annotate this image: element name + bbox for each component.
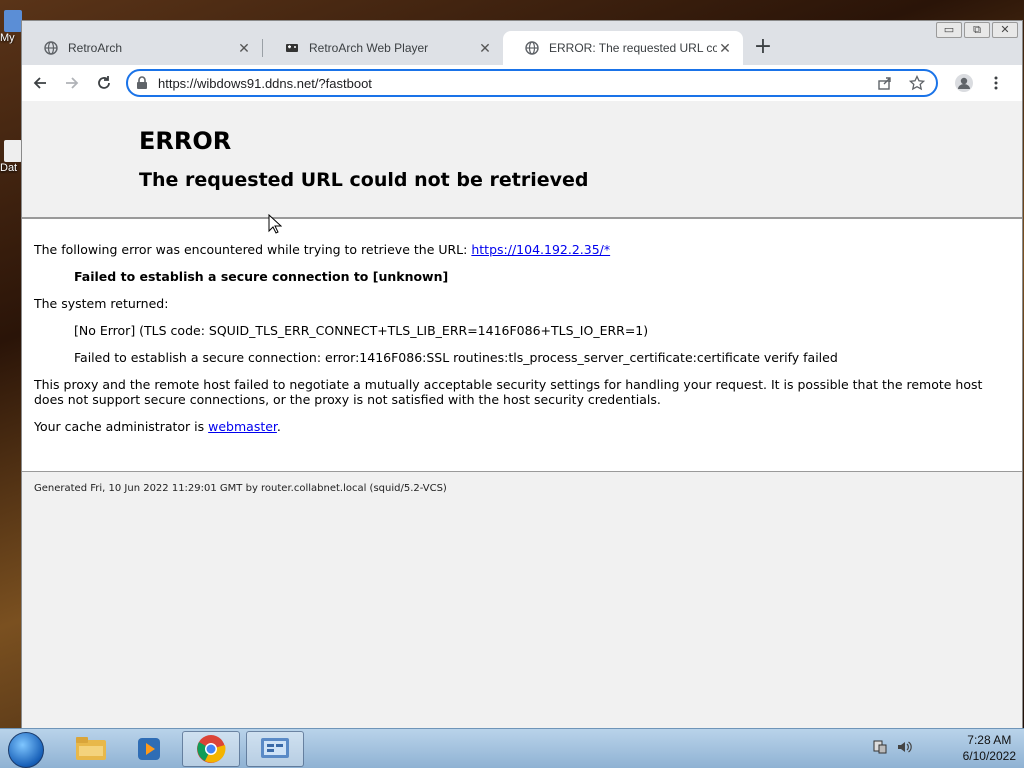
taskbar-chrome[interactable] — [182, 731, 240, 767]
tab-strip: RetroArch ✕ RetroArch Web Player ✕ ERROR… — [22, 29, 1022, 65]
system-returned-label: The system returned: — [34, 296, 169, 311]
cache-admin: Your cache administrator is webmaster. — [34, 419, 281, 434]
page-title: ERROR — [139, 127, 232, 155]
footer-text: Generated Fri, 10 Jun 2022 11:29:01 GMT … — [34, 483, 447, 494]
forward-arrow-icon — [66, 77, 79, 89]
mouse-cursor-icon — [268, 214, 282, 234]
volume-icon[interactable] — [896, 739, 912, 755]
error-intro: The following error was encountered whil… — [34, 242, 611, 257]
clock-time: 7:28 AM — [967, 733, 1012, 747]
globe-icon — [525, 41, 539, 55]
forward-button[interactable] — [58, 69, 86, 97]
kebab-menu-icon — [994, 76, 998, 90]
error-url-link[interactable]: https://104.192.2.35/* — [471, 242, 610, 257]
webmaster-link[interactable]: webmaster — [208, 419, 277, 434]
media-player-icon — [138, 738, 160, 760]
network-icon[interactable] — [872, 739, 888, 755]
bookmark-star-icon[interactable] — [906, 72, 928, 94]
taskbar-control-panel[interactable] — [246, 731, 304, 767]
reload-icon — [98, 76, 110, 89]
proxy-message: This proxy and the remote host failed to… — [34, 377, 983, 407]
url-text[interactable]: https://wibdows91.ddns.net/?fastboot — [158, 76, 864, 91]
taskbar-explorer[interactable] — [62, 731, 120, 767]
error-body: The following error was encountered whil… — [22, 219, 1022, 471]
tls-code: [No Error] (TLS code: SQUID_TLS_ERR_CONN… — [74, 323, 649, 338]
menu-button[interactable] — [982, 69, 1010, 97]
chrome-icon — [197, 735, 226, 763]
clock[interactable]: 7:28 AM 6/10/2022 — [963, 732, 1016, 764]
file-icon — [4, 140, 22, 162]
desktop-icon-my[interactable]: My — [0, 10, 22, 44]
tab-label: ERROR: The requested URL could — [549, 41, 717, 55]
tab-retroarch-web-player[interactable]: RetroArch Web Player ✕ — [263, 31, 503, 65]
lock-icon — [137, 76, 147, 89]
clock-date: 6/10/2022 — [962, 749, 1016, 763]
tab-label: RetroArch — [68, 41, 123, 55]
tab-label: RetroArch Web Player — [309, 41, 429, 55]
close-tab-icon[interactable]: ✕ — [477, 40, 493, 56]
taskbar: 7:28 AM 6/10/2022 — [0, 728, 1024, 768]
close-tab-icon[interactable]: ✕ — [236, 40, 252, 56]
address-bar[interactable]: https://wibdows91.ddns.net/?fastboot — [126, 69, 938, 97]
reload-button[interactable] — [90, 69, 118, 97]
browser-toolbar: https://wibdows91.ddns.net/?fastboot — [22, 65, 1022, 101]
back-button[interactable] — [26, 69, 54, 97]
secure-connection-fail: Failed to establish a secure connection:… — [74, 350, 838, 365]
control-panel-icon — [261, 738, 289, 758]
page-content: ERROR The requested URL could not be ret… — [22, 101, 1022, 728]
share-icon[interactable] — [874, 72, 896, 94]
error-strong: Failed to establish a secure connection … — [74, 269, 449, 284]
profile-button[interactable] — [950, 69, 978, 97]
footer-divider — [22, 471, 1022, 472]
start-button[interactable] — [8, 732, 44, 768]
gamepad-icon — [285, 41, 299, 55]
desktop-icon-dat[interactable]: Dat — [0, 140, 22, 174]
tab-retroarch[interactable]: RetroArch ✕ — [22, 31, 262, 65]
page-subtitle: The requested URL could not be retrieved — [139, 169, 589, 191]
taskbar-media-player[interactable] — [120, 731, 178, 767]
explorer-icon — [76, 737, 106, 760]
tab-error[interactable]: ERROR: The requested URL could ✕ — [503, 31, 743, 65]
profile-avatar-icon — [955, 74, 973, 92]
new-tab-button[interactable]: + — [749, 34, 777, 62]
computer-icon — [4, 10, 22, 32]
system-tray — [872, 739, 912, 755]
back-arrow-icon — [33, 77, 46, 89]
globe-icon — [44, 41, 58, 55]
browser-window: ▭ ⧉ ✕ RetroArch ✕ RetroArch Web Player ✕… — [21, 20, 1023, 728]
close-tab-icon[interactable]: ✕ — [717, 40, 733, 56]
error-header: ERROR The requested URL could not be ret… — [139, 127, 588, 191]
